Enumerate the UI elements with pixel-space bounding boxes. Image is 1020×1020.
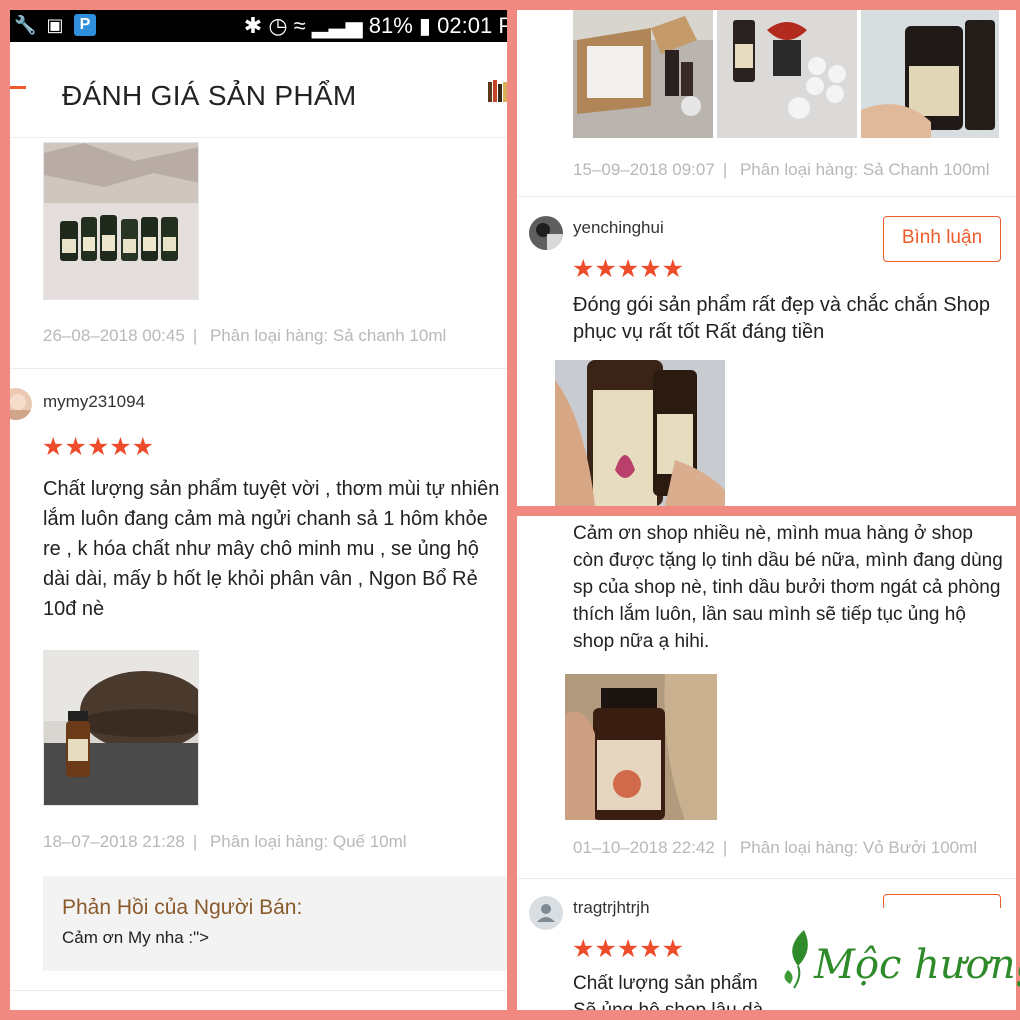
star-rating: ★★★★★	[572, 935, 685, 963]
top-right-screenshot-panel: 15–09–2018 09:07 | Phân loại hàng: Sả Cha…	[517, 10, 1016, 506]
review-meta: 01–10–2018 22:42 | Phân loại hàng: Vỏ Bưở…	[573, 838, 978, 857]
review-photo-hoa-ly[interactable]	[555, 360, 725, 506]
product-thumbnail-icon[interactable]	[487, 78, 507, 106]
review-photo-hand[interactable]	[861, 10, 999, 138]
category-label: Phân loại hàng:	[739, 160, 859, 179]
review-date: 26–08–2018 00:45	[43, 326, 185, 345]
clock-time: 02:01 P	[437, 13, 507, 38]
review-photo-grapefruit-bottle[interactable]	[565, 674, 717, 820]
avatar[interactable]	[10, 388, 32, 420]
parking-app-icon: P	[74, 14, 96, 36]
wrench-icon: 🔧	[14, 15, 37, 35]
status-bar: 🔧 ▣ P ✱ ◷ ≈ ▂▃▅ 81% ▮ 02:01 P	[10, 10, 507, 42]
review-meta: 18–07–2018 21:28 | Phân loại hàng: Quế 10…	[43, 832, 407, 851]
divider	[10, 990, 507, 991]
page-title: ĐÁNH GIÁ SẢN PHẨM	[62, 80, 357, 111]
review-meta: 26–08–2018 00:45 | Phân loại hàng: Sả cha…	[43, 326, 447, 345]
review-date: 18–07–2018 21:28	[43, 832, 185, 851]
review-meta: 15–09–2018 09:07 | Phân loại hàng: Sả Cha…	[573, 160, 990, 179]
category-label: Phân loại hàng:	[209, 326, 329, 345]
brand-logo-text: Mộc hương	[814, 942, 1020, 988]
review-photo-bottles[interactable]	[43, 142, 199, 300]
alarm-icon: ◷	[268, 13, 288, 38]
avatar[interactable]	[529, 216, 563, 250]
app-bar: ĐÁNH GIÁ SẢN PHẨM	[10, 42, 507, 138]
signal-icon: ▂▃▅	[311, 13, 363, 38]
review-text: Cảm ơn shop nhiều nè, mình mua hàng ở sh…	[573, 523, 1003, 652]
category-value: Sả Chanh 100ml	[862, 160, 990, 179]
battery-icon: ▮	[418, 13, 432, 38]
category-value: Vỏ Bưởi 100ml	[862, 838, 978, 857]
image-icon: ▣	[46, 15, 64, 35]
comment-button[interactable]: Bình luận	[883, 216, 1001, 262]
seller-reply-box: Phản Hồi của Người Bán: Cảm ơn My nha :"…	[43, 876, 507, 971]
reviewer-username[interactable]: mymy231094	[43, 392, 145, 412]
status-right: ✱ ◷ ≈ ▂▃▅ 81% ▮ 02:01 P	[244, 13, 507, 39]
bluetooth-icon: ✱	[243, 13, 263, 38]
left-screenshot-panel: 🔧 ▣ P ✱ ◷ ≈ ▂▃▅ 81% ▮ 02:01 P ĐÁNH GIÁ S…	[10, 10, 507, 1010]
divider	[517, 878, 1016, 879]
review-photo-burner[interactable]	[717, 10, 857, 138]
battery-percent: 81%	[368, 13, 413, 38]
avatar[interactable]	[529, 896, 563, 930]
category-value: Sả chanh 10ml	[332, 326, 447, 345]
star-rating: ★★★★★	[572, 255, 685, 283]
review-text: Chất lượng sản phẩm tuyệt vời , thơm mùi…	[43, 478, 500, 620]
review-photo-diffuser[interactable]	[43, 650, 199, 806]
brand-logo-overlay: Mộc hương	[768, 908, 1020, 1010]
category-label: Phân loại hàng:	[209, 832, 329, 851]
star-rating: ★★★★★	[42, 433, 155, 461]
review-date: 01–10–2018 22:42	[573, 838, 715, 857]
divider	[517, 196, 1016, 197]
review-text: Đóng gói sản phẩm rất đẹp và chắc chắn S…	[573, 294, 990, 343]
seller-reply-title: Phản Hồi của Người Bán:	[62, 896, 303, 919]
divider	[10, 368, 507, 369]
review-photo-box[interactable]	[573, 10, 713, 138]
review-date: 15–09–2018 09:07	[573, 160, 715, 179]
category-value: Quế 10ml	[332, 832, 407, 851]
back-arrow-icon[interactable]	[10, 86, 26, 89]
reviewer-username[interactable]: tragtrjhtrjh	[573, 898, 650, 918]
wifi-icon: ≈	[293, 13, 306, 38]
category-label: Phân loại hàng:	[739, 838, 859, 857]
seller-reply-text: Cảm ơn My nha :">	[62, 928, 210, 947]
reviewer-username[interactable]: yenchinghui	[573, 218, 664, 238]
